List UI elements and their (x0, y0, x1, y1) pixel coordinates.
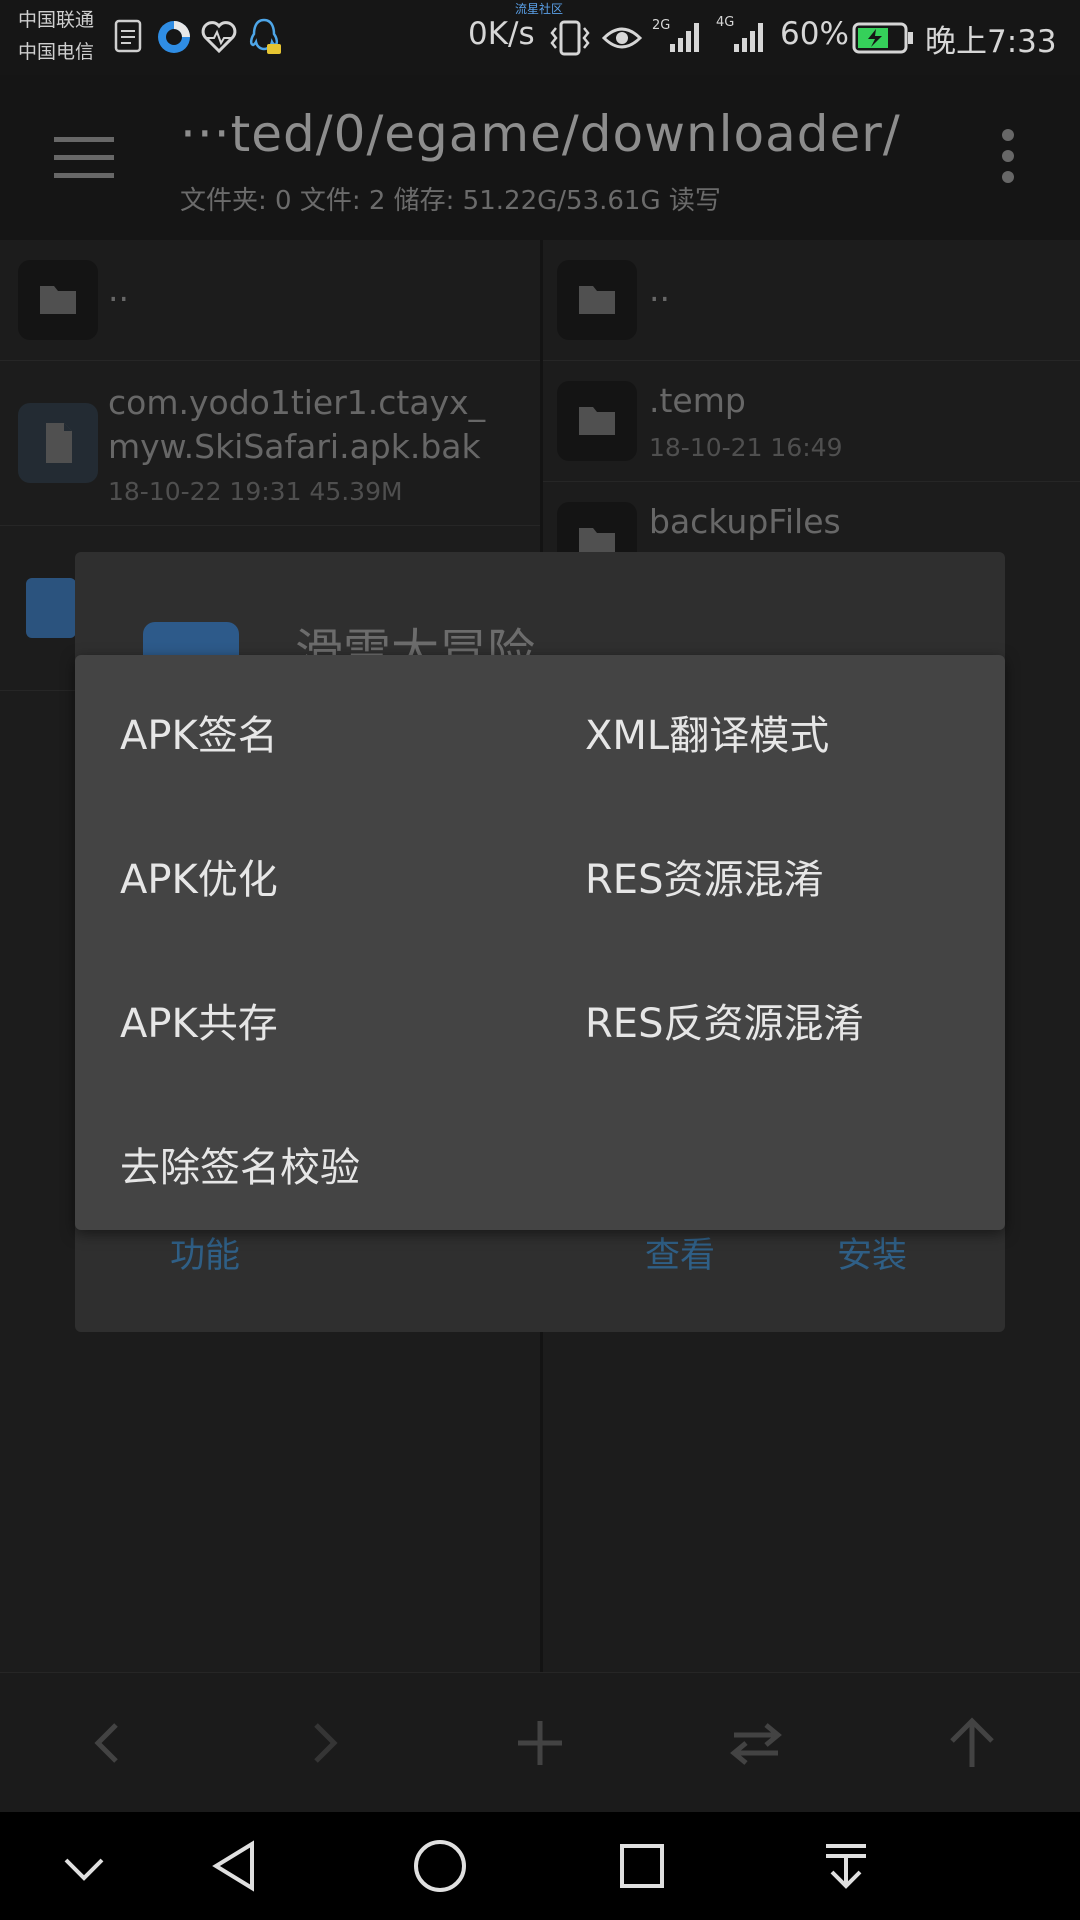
function-button[interactable]: 功能 (170, 1227, 240, 1278)
eye-icon (601, 27, 643, 49)
community-label: 流星社区 (515, 2, 564, 16)
menu-item-res-obfuscate[interactable]: RES资源混淆 (585, 847, 823, 905)
back-triangle-icon[interactable] (208, 1838, 264, 1894)
menu-item-apk-sign[interactable]: APK签名 (120, 703, 278, 761)
carrier-2: 中国电信 (18, 41, 95, 63)
battery-icon (852, 22, 913, 54)
vibrate-icon (550, 20, 590, 56)
menu-item-remove-sign-check[interactable]: 去除签名校验 (120, 1135, 360, 1193)
menu-item-apk-optimize[interactable]: APK优化 (120, 847, 278, 905)
status-bar: 中国联通 中国电信 流星社区 0K/s 2G 4G 60% 晚上7:33 (0, 0, 1080, 75)
install-button[interactable]: 安装 (837, 1227, 907, 1278)
clock: 晚上7:33 (925, 24, 1057, 60)
network-speed: 0K/s (468, 16, 535, 52)
navigation-bar (0, 1812, 1080, 1920)
browser-icon (158, 21, 190, 53)
menu-item-apk-coexist[interactable]: APK共存 (120, 991, 278, 1049)
home-circle-icon[interactable] (410, 1836, 470, 1896)
view-button[interactable]: 查看 (645, 1227, 715, 1278)
carrier-1: 中国联通 (18, 9, 95, 31)
signal-icon (670, 23, 699, 52)
notification-pull-icon[interactable] (818, 1838, 874, 1894)
qq-icon (249, 18, 281, 54)
signal-icon (734, 23, 763, 52)
menu-item-res-deobfuscate[interactable]: RES反资源混淆 (585, 991, 863, 1049)
function-menu: APK签名 XML翻译模式 APK优化 RES资源混淆 APK共存 RES反资源… (75, 655, 1005, 1230)
heart-icon (201, 21, 237, 54)
battery-percent: 60% (780, 16, 849, 52)
recents-square-icon[interactable] (614, 1838, 670, 1894)
chevron-down-icon[interactable] (58, 1842, 110, 1894)
menu-item-xml-translate[interactable]: XML翻译模式 (585, 703, 829, 761)
document-icon (114, 19, 142, 53)
